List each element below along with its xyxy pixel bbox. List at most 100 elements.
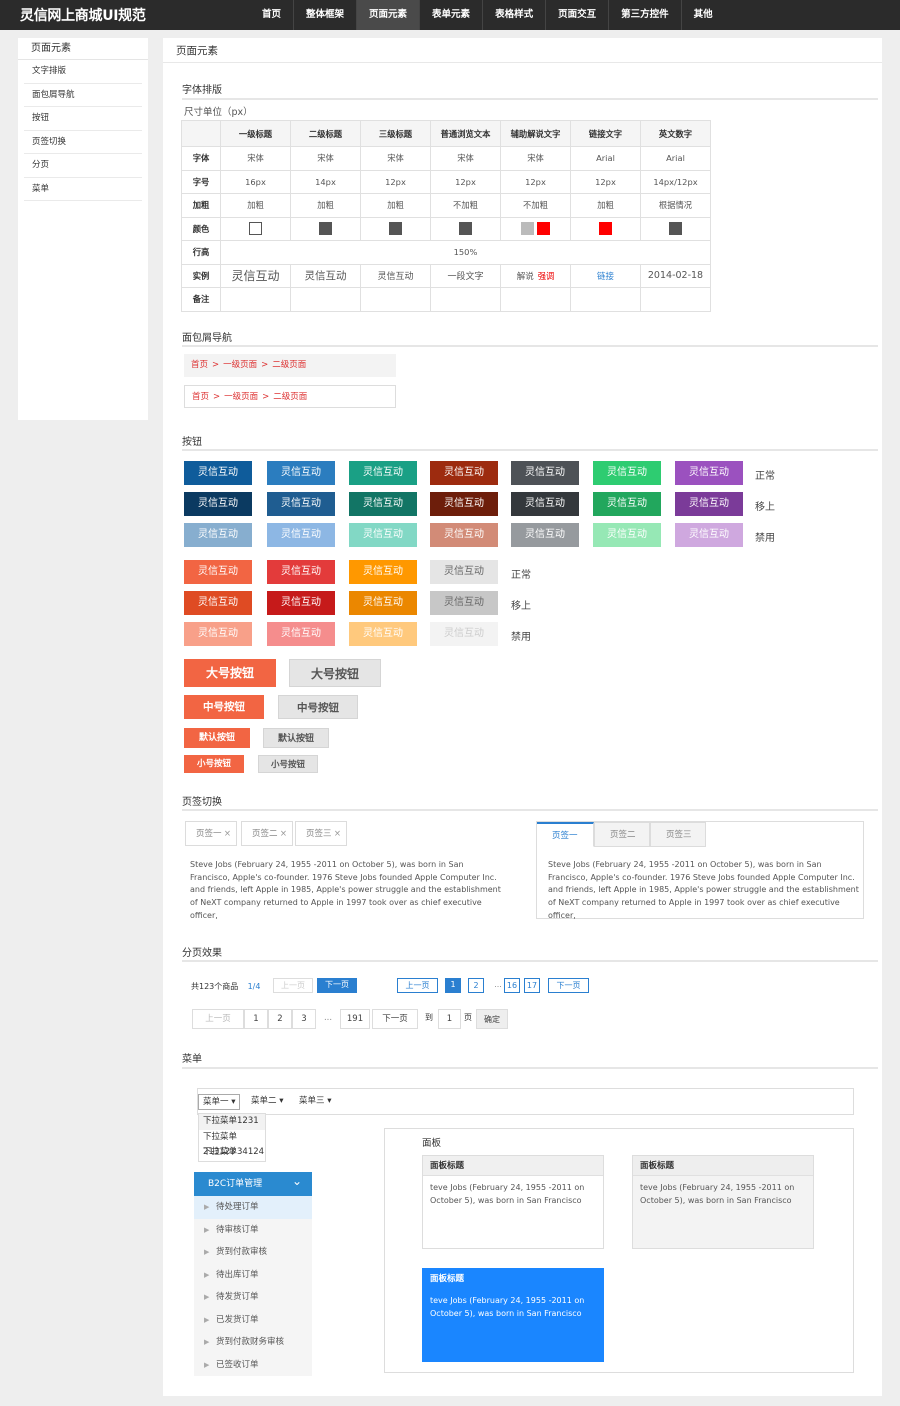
close-icon[interactable]: × <box>280 822 287 846</box>
color-button[interactable]: 灵信互动 <box>511 523 579 547</box>
top-nav-item[interactable]: 首页 <box>250 0 295 30</box>
sidebar-item[interactable]: 菜单 <box>24 178 142 201</box>
accordion-item[interactable]: ▶ 已发货订单 <box>194 1308 312 1331</box>
tab-closable[interactable]: 页签一 × <box>185 821 237 846</box>
color-button[interactable]: 灵信互动 <box>184 560 252 584</box>
tab[interactable]: 页签三 <box>650 822 706 847</box>
sidebar-item[interactable]: 分页 <box>24 154 142 178</box>
prev-button[interactable]: 上一页 <box>397 978 438 993</box>
color-button[interactable]: 灵信互动 <box>184 591 252 615</box>
top-nav-item[interactable]: 表单元素 <box>420 0 484 30</box>
color-button[interactable]: 灵信互动 <box>184 523 252 547</box>
page-number[interactable]: 16 <box>504 978 520 993</box>
breadcrumb-link[interactable]: 一级页面 <box>224 392 258 402</box>
next-button[interactable]: 下一页 <box>372 1009 418 1029</box>
close-icon[interactable]: × <box>334 822 341 846</box>
color-button[interactable]: 灵信互动 <box>267 591 335 615</box>
color-button[interactable]: 灵信互动 <box>267 622 335 646</box>
dropdown-item[interactable]: 下拉菜单213123 <box>199 1130 265 1157</box>
color-button[interactable]: 灵信互动 <box>593 461 661 485</box>
dropdown-item[interactable]: 下拉菜单34124 <box>199 1145 265 1161</box>
next-button[interactable]: 下一页 <box>548 978 589 993</box>
color-button[interactable]: 灵信互动 <box>430 461 498 485</box>
close-icon[interactable]: × <box>224 822 231 846</box>
color-button[interactable]: 灵信互动 <box>267 461 335 485</box>
color-button[interactable]: 灵信互动 <box>349 523 417 547</box>
color-button[interactable]: 灵信互动 <box>675 492 743 516</box>
breadcrumb-link[interactable]: 一级页面 <box>223 360 257 370</box>
color-button[interactable]: 灵信互动 <box>349 492 417 516</box>
tab[interactable]: 页签二 <box>594 822 650 847</box>
color-button[interactable]: 灵信互动 <box>267 492 335 516</box>
size-button-primary[interactable]: 默认按钮 <box>184 728 250 748</box>
size-button-secondary[interactable]: 小号按钮 <box>258 755 318 773</box>
color-button[interactable]: 灵信互动 <box>675 523 743 547</box>
color-button[interactable]: 灵信互动 <box>593 492 661 516</box>
next-button[interactable]: 下一页 <box>317 978 357 993</box>
accordion-item[interactable]: ▶ 已签收订单 <box>194 1353 312 1376</box>
color-button[interactable]: 灵信互动 <box>430 523 498 547</box>
accordion-item[interactable]: ▶ 待处理订单 <box>194 1196 312 1219</box>
accordion-item[interactable]: ▶ 待发货订单 <box>194 1286 312 1309</box>
tab-closable[interactable]: 页签三 × <box>295 821 347 846</box>
sidebar-item[interactable]: 文字排版 <box>24 60 142 84</box>
menu-item[interactable]: 菜单二 ▾ <box>247 1094 287 1110</box>
sidebar-item[interactable]: 面包屑导航 <box>24 84 142 107</box>
color-button[interactable]: 灵信互动 <box>511 492 579 516</box>
confirm-button[interactable]: 确定 <box>476 1009 508 1029</box>
color-button[interactable]: 灵信互动 <box>430 622 498 646</box>
accordion-item[interactable]: ▶ 货到付款财务审核 <box>194 1331 312 1354</box>
page-number[interactable]: 1 <box>244 1009 268 1029</box>
page-number[interactable]: 2 <box>468 978 484 993</box>
sidebar-item[interactable]: 按钮 <box>24 107 142 131</box>
accordion-item[interactable]: ▶ 待出库订单 <box>194 1263 312 1286</box>
tab[interactable]: 页签一 <box>537 822 594 847</box>
color-button[interactable]: 灵信互动 <box>511 461 579 485</box>
accordion-item[interactable]: ▶ 货到付款审核 <box>194 1241 312 1264</box>
page-number[interactable]: 2 <box>268 1009 292 1029</box>
size-button-primary[interactable]: 大号按钮 <box>184 659 276 687</box>
menu-item[interactable]: 菜单三 ▾ <box>295 1094 335 1110</box>
color-button[interactable]: 灵信互动 <box>184 622 252 646</box>
color-button[interactable]: 灵信互动 <box>675 461 743 485</box>
size-button-primary[interactable]: 中号按钮 <box>184 695 264 719</box>
color-button[interactable]: 灵信互动 <box>349 591 417 615</box>
goto-input[interactable]: 1 <box>438 1009 461 1029</box>
page-number[interactable]: 1 <box>445 978 461 993</box>
color-button[interactable]: 灵信互动 <box>184 492 252 516</box>
menu-item[interactable]: 菜单一 ▾ <box>198 1094 241 1110</box>
color-button[interactable]: 灵信互动 <box>267 523 335 547</box>
prev-button[interactable]: 上一页 <box>192 1009 244 1029</box>
accordion-item[interactable]: ▶ 待审核订单 <box>194 1218 312 1241</box>
size-button-secondary[interactable]: 大号按钮 <box>289 659 381 687</box>
color-button[interactable]: 灵信互动 <box>184 461 252 485</box>
breadcrumb-link[interactable]: 二级页面 <box>273 392 307 402</box>
accordion-header[interactable]: B2C订单管理 ⌄ <box>194 1172 312 1196</box>
sidebar-item[interactable]: 页签切换 <box>24 131 142 154</box>
prev-button[interactable]: 上一页 <box>273 978 313 993</box>
page-number[interactable]: 191 <box>340 1009 370 1029</box>
color-button[interactable]: 灵信互动 <box>349 560 417 584</box>
page-number[interactable]: 3 <box>292 1009 316 1029</box>
top-nav-item[interactable]: 其他 <box>682 0 725 30</box>
tab-closable[interactable]: 页签二 × <box>241 821 293 846</box>
dropdown-item[interactable]: 下拉菜单1231 <box>199 1114 265 1130</box>
top-nav-item[interactable]: 页面交互 <box>546 0 610 30</box>
size-button-secondary[interactable]: 中号按钮 <box>278 695 358 719</box>
color-button[interactable]: 灵信互动 <box>430 560 498 584</box>
size-button-secondary[interactable]: 默认按钮 <box>263 728 329 748</box>
breadcrumb-link[interactable]: 首页 <box>192 392 209 402</box>
top-nav-item[interactable]: 第三方控件 <box>609 0 682 30</box>
color-button[interactable]: 灵信互动 <box>267 560 335 584</box>
color-button[interactable]: 灵信互动 <box>349 622 417 646</box>
top-nav-item[interactable]: 表格样式 <box>483 0 547 30</box>
top-nav-item[interactable]: 页面元素 <box>357 0 421 30</box>
page-number[interactable]: 17 <box>524 978 540 993</box>
breadcrumb-link[interactable]: 首页 <box>191 360 208 370</box>
breadcrumb-link[interactable]: 二级页面 <box>272 360 306 370</box>
color-button[interactable]: 灵信互动 <box>349 461 417 485</box>
color-button[interactable]: 灵信互动 <box>430 492 498 516</box>
size-button-primary[interactable]: 小号按钮 <box>184 755 244 773</box>
top-nav-item[interactable]: 整体框架 <box>294 0 358 30</box>
color-button[interactable]: 灵信互动 <box>430 591 498 615</box>
